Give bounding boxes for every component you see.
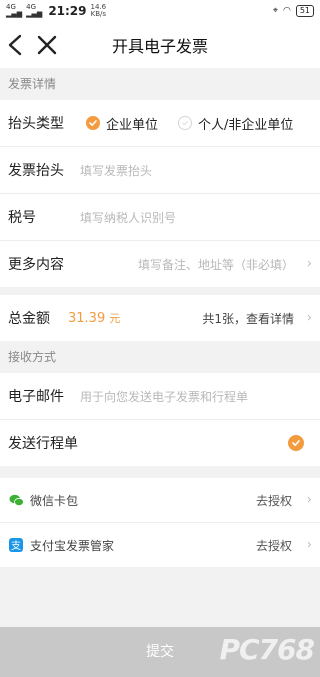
more-content-row[interactable]: 更多内容 填写备注、地址等（非必填） › — [0, 241, 320, 287]
alipay-invoice-row[interactable]: 支 支付宝发票管家 去授权 › — [0, 523, 320, 567]
chevron-right-icon: › — [306, 310, 312, 326]
total-amount-label: 总金额 — [8, 311, 50, 327]
checkbox-checked-icon[interactable] — [288, 435, 304, 451]
radio-unchecked-icon — [178, 116, 193, 130]
email-row[interactable]: 电子邮件 用于向您发送电子发票和行程单 — [0, 373, 320, 420]
tax-id-input[interactable]: 填写纳税人识别号 — [80, 209, 176, 226]
invoice-count-detail-link[interactable]: 共1张，查看详情 — [202, 310, 294, 327]
site-watermark: PC768 — [219, 633, 315, 666]
invoice-heading-label: 发票抬头 — [8, 163, 64, 179]
radio-personal-label: 个人/非企业单位 — [198, 117, 294, 133]
close-icon[interactable] — [36, 34, 58, 56]
radio-personal[interactable]: 个人/非企业单位 — [178, 114, 293, 133]
chevron-right-icon: › — [306, 256, 312, 272]
section-receive-method: 接收方式 — [0, 341, 320, 373]
alipay-icon: 支 — [8, 537, 24, 553]
send-itinerary-row[interactable]: 发送行程单 — [0, 420, 320, 466]
chevron-right-icon: › — [306, 492, 312, 508]
svg-text:支: 支 — [11, 540, 21, 552]
radio-company[interactable]: 企业单位 — [86, 114, 158, 133]
radio-company-label: 企业单位 — [106, 117, 159, 133]
wechat-card-row[interactable]: 微信卡包 去授权 › — [0, 478, 320, 523]
total-amount-value: 31.39 — [68, 310, 106, 326]
status-bar: 4G ▂▄▆ 4G ▂▄▆ 21:29 14.6 KB/s ⌖ ◠ 51 — [0, 0, 320, 22]
battery-indicator: 51 — [295, 5, 314, 17]
heading-type-row: 抬头类型 企业单位 个人/非企业单位 — [0, 100, 320, 147]
tax-id-row[interactable]: 税号 填写纳税人识别号 — [0, 194, 320, 241]
total-amount-unit: 元 — [109, 312, 121, 325]
location-icon: ⌖ — [272, 6, 278, 16]
alipay-authorize-button[interactable]: 去授权 — [256, 537, 292, 554]
heading-type-label: 抬头类型 — [8, 116, 64, 132]
radio-checked-icon — [86, 116, 100, 130]
invoice-heading-input[interactable]: 填写发票抬头 — [80, 162, 152, 179]
section-invoice-details: 发票详情 — [0, 68, 320, 100]
wechat-authorize-button[interactable]: 去授权 — [256, 492, 292, 509]
email-input[interactable]: 用于向您发送电子发票和行程单 — [80, 388, 248, 405]
signal-indicator-2: 4G ▂▄▆ — [26, 3, 43, 18]
signal-indicator-1: 4G ▂▄▆ — [6, 3, 23, 18]
network-speed: 14.6 KB/s — [90, 3, 107, 18]
wifi-icon: ◠ — [282, 6, 291, 16]
wechat-icon — [8, 492, 24, 508]
more-content-label: 更多内容 — [8, 257, 64, 273]
more-content-placeholder: 填写备注、地址等（非必填） — [137, 257, 294, 272]
alipay-invoice-label: 支付宝发票管家 — [30, 538, 115, 553]
tax-id-label: 税号 — [8, 210, 36, 226]
email-label: 电子邮件 — [8, 389, 64, 405]
status-time: 21:29 — [48, 4, 87, 18]
submit-label: 提交 — [146, 644, 174, 660]
back-icon[interactable] — [6, 34, 26, 56]
wechat-card-label: 微信卡包 — [30, 493, 79, 508]
invoice-heading-row[interactable]: 发票抬头 填写发票抬头 — [0, 147, 320, 194]
chevron-right-icon: › — [306, 537, 312, 553]
send-itinerary-label: 发送行程单 — [8, 436, 78, 452]
navigation-bar: 开具电子发票 — [0, 22, 320, 68]
total-amount-row[interactable]: 总金额 31.39 元 共1张，查看详情 › — [0, 295, 320, 341]
